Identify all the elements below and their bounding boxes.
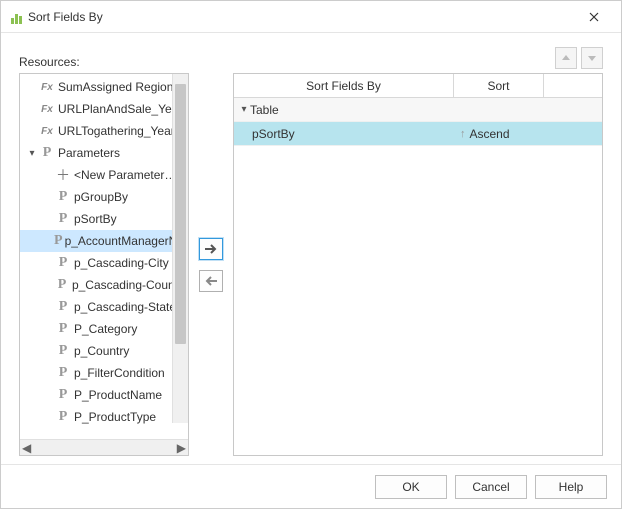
resources-tree[interactable]: FxSumAssigned RegionFxURLPlanAndSale_Yea… <box>19 73 189 456</box>
remove-button[interactable] <box>199 270 223 292</box>
parameter-icon: P <box>54 409 72 425</box>
move-down-button[interactable] <box>581 47 603 69</box>
plus-icon: ＋ <box>54 165 72 185</box>
vertical-scrollbar[interactable] <box>172 74 188 423</box>
column-header-field[interactable]: Sort Fields By <box>234 74 454 97</box>
chevron-down-icon[interactable]: ▾ <box>238 104 250 115</box>
tree-item[interactable]: PP_ProductType <box>20 406 188 428</box>
help-button[interactable]: Help <box>535 475 607 499</box>
parameter-icon: P <box>54 255 72 271</box>
tree-item[interactable]: ＋<New Parameter…> <box>20 164 188 186</box>
tree-item-label: p_Cascading-State <box>74 300 176 314</box>
table-row[interactable]: pSortBy ↑ Ascend <box>234 122 602 146</box>
tree-item[interactable]: Pp_Country <box>20 340 188 362</box>
tree-item-label: P_ProductType <box>74 410 156 424</box>
tree-item-label: p_Country <box>74 344 129 358</box>
add-button[interactable] <box>199 238 223 260</box>
tree-item-label: p_Cascading-City <box>74 256 169 270</box>
tree-item-label: URLTogathering_Year <box>58 124 175 138</box>
tree-item[interactable]: Pp_Cascading-State <box>20 296 188 318</box>
tree-item[interactable]: FxSumAssigned Region <box>20 76 188 98</box>
tree-item[interactable]: PP_Category <box>20 318 188 340</box>
parameter-icon: P <box>54 321 72 337</box>
tree-item[interactable]: PP_ProductName <box>20 384 188 406</box>
tree-item-label: Parameters <box>58 146 120 160</box>
arrow-up-icon <box>561 53 571 63</box>
tree-item-label: <New Parameter…> <box>74 168 183 182</box>
content-area: Resources: FxSumAssigned RegionFxURLPlan… <box>1 33 621 464</box>
formula-icon: Fx <box>38 82 56 93</box>
tree-item-label: SumAssigned Region <box>58 80 173 94</box>
tree-item-label: p_AccountManagerName <box>65 234 188 248</box>
tree-item[interactable]: Pp_FilterCondition <box>20 362 188 384</box>
move-up-button[interactable] <box>555 47 577 69</box>
tree-item[interactable]: ▾PParameters <box>20 142 188 164</box>
sort-label: Ascend <box>470 127 510 141</box>
parameter-icon: P <box>38 145 56 161</box>
tree-item-label: p_Cascading-Country <box>72 278 188 292</box>
formula-icon: Fx <box>38 126 56 137</box>
tree-item[interactable]: PpSortBy <box>20 208 188 230</box>
close-button[interactable] <box>575 3 613 31</box>
tree-item[interactable]: Pp_Cascading-City <box>20 252 188 274</box>
cell-field: pSortBy <box>234 127 454 141</box>
sort-table[interactable]: Sort Fields By Sort ▾ Table pSortBy ↑ Asce… <box>233 73 603 456</box>
tree-item-label: P_ProductName <box>74 388 162 402</box>
tree-item[interactable]: FxURLPlanAndSale_Year <box>20 98 188 120</box>
parameter-icon: P <box>54 189 72 205</box>
arrow-right-icon <box>204 243 218 255</box>
tree-item-label: P_Category <box>74 322 137 336</box>
dialog-footer: OK Cancel Help <box>1 464 621 508</box>
parameter-icon: P <box>54 277 70 293</box>
tree-item[interactable]: FxURLTogathering_Year <box>20 120 188 142</box>
ok-button[interactable]: OK <box>375 475 447 499</box>
column-header-sort[interactable]: Sort <box>454 74 544 97</box>
close-icon <box>589 12 599 22</box>
parameter-icon: P <box>54 365 72 381</box>
parameter-icon: P <box>54 343 72 359</box>
formula-icon: Fx <box>38 104 56 115</box>
parameter-icon: P <box>54 299 72 315</box>
titlebar: Sort Fields By <box>1 1 621 33</box>
arrow-left-icon <box>204 275 218 287</box>
cancel-button[interactable]: Cancel <box>455 475 527 499</box>
tree-item[interactable]: Pp_AccountManagerName <box>20 230 188 252</box>
parameter-icon: P <box>54 211 72 227</box>
table-group-row[interactable]: ▾ Table <box>234 98 602 122</box>
cell-sort[interactable]: ↑ Ascend <box>454 127 544 141</box>
resources-label: Resources: <box>19 55 80 69</box>
tree-item-label: p_FilterCondition <box>74 366 165 380</box>
window-title: Sort Fields By <box>28 10 575 24</box>
group-label: Table <box>250 103 279 117</box>
scroll-left-icon[interactable]: ◀ <box>22 441 31 455</box>
parameter-icon: P <box>54 387 72 403</box>
tree-item[interactable]: Pp_Cascading-Country <box>20 274 188 296</box>
scroll-thumb[interactable] <box>175 84 186 344</box>
tree-item-label: pSortBy <box>74 212 117 226</box>
parameter-icon: P <box>54 233 63 249</box>
tree-item-label: pGroupBy <box>74 190 128 204</box>
horizontal-scrollbar[interactable]: ◀ ▶ <box>20 439 188 455</box>
column-header-spacer <box>544 74 602 97</box>
arrow-down-icon <box>587 53 597 63</box>
chevron-down-icon[interactable]: ▾ <box>26 148 38 159</box>
scroll-right-icon[interactable]: ▶ <box>177 441 186 455</box>
sort-asc-icon: ↑ <box>460 128 466 140</box>
app-icon <box>11 10 22 24</box>
tree-item[interactable]: PpGroupBy <box>20 186 188 208</box>
tree-item-label: URLPlanAndSale_Year <box>58 102 182 116</box>
